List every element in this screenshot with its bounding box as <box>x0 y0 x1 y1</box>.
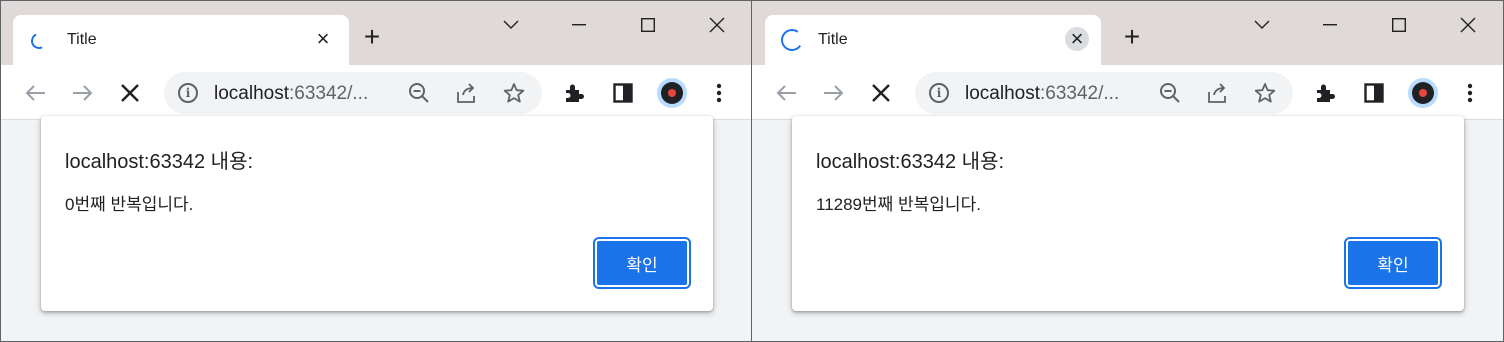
stop-icon[interactable] <box>115 78 145 108</box>
tab[interactable]: Title × <box>13 15 349 67</box>
dialog-message: 0번째 반복입니다. <box>65 195 194 214</box>
chevron-down-icon[interactable] <box>1247 11 1277 39</box>
alert-dialog: localhost:63342 내용: 11289번째 반복입니다. 확인 <box>792 116 1464 311</box>
dialog-title: localhost:63342 내용: <box>816 151 1005 173</box>
minimize-icon[interactable] <box>564 11 594 39</box>
url-text[interactable]: localhost:63342/... <box>965 83 1119 105</box>
plus-icon[interactable]: + <box>358 21 386 52</box>
tab-title: Title <box>67 31 97 48</box>
extensions-icon[interactable] <box>1310 78 1340 108</box>
minimize-icon[interactable] <box>1315 11 1345 39</box>
kebab-menu-icon[interactable] <box>1455 78 1485 108</box>
browser-window-left: Title × + i localhost:63342/... localhos… <box>0 0 752 342</box>
plus-icon[interactable]: + <box>1118 21 1146 52</box>
back-arrow-icon[interactable] <box>20 78 50 108</box>
info-icon[interactable]: i <box>178 83 198 103</box>
kebab-menu-icon[interactable] <box>704 78 734 108</box>
share-icon[interactable] <box>454 81 478 105</box>
extensions-icon[interactable] <box>559 78 589 108</box>
tab-spinner-icon <box>779 27 805 53</box>
side-panel-icon[interactable] <box>608 78 638 108</box>
ok-button[interactable]: 확인 <box>1344 237 1442 289</box>
avatar-icon[interactable] <box>1408 78 1438 108</box>
toolbar: i localhost:63342/... <box>1 65 751 120</box>
star-icon[interactable] <box>1253 81 1277 105</box>
tab-strip: Title × + <box>752 1 1503 67</box>
forward-arrow-icon[interactable] <box>68 78 98 108</box>
close-window-icon[interactable] <box>702 11 732 39</box>
address-bar[interactable]: i localhost:63342/... <box>164 72 542 114</box>
side-panel-icon[interactable] <box>1359 78 1389 108</box>
dialog-message: 11289번째 반복입니다. <box>816 195 981 214</box>
close-icon[interactable]: × <box>311 26 335 51</box>
stop-icon[interactable] <box>866 78 896 108</box>
address-bar[interactable]: i localhost:63342/... <box>915 72 1293 114</box>
ok-button[interactable]: 확인 <box>593 237 691 289</box>
tab-strip: Title × + <box>1 1 751 67</box>
avatar-icon[interactable] <box>657 78 687 108</box>
browser-window-right: Title × + i localhost:63342/... localhos… <box>751 0 1504 342</box>
alert-dialog: localhost:63342 내용: 0번째 반복입니다. 확인 <box>41 116 713 311</box>
dialog-title: localhost:63342 내용: <box>65 151 254 173</box>
tab-spinner-icon <box>28 30 50 52</box>
forward-arrow-icon[interactable] <box>819 78 849 108</box>
zoom-out-icon[interactable] <box>1158 81 1182 105</box>
back-arrow-icon[interactable] <box>771 78 801 108</box>
info-icon[interactable]: i <box>929 83 949 103</box>
chevron-down-icon[interactable] <box>496 11 526 39</box>
close-window-icon[interactable] <box>1453 11 1483 39</box>
toolbar: i localhost:63342/... <box>752 65 1503 120</box>
close-icon[interactable]: × <box>1065 26 1089 51</box>
tab[interactable]: Title × <box>765 15 1101 67</box>
url-text[interactable]: localhost:63342/... <box>214 83 368 105</box>
zoom-out-icon[interactable] <box>407 81 431 105</box>
maximize-icon[interactable] <box>633 11 663 39</box>
tab-title: Title <box>818 31 848 48</box>
maximize-icon[interactable] <box>1384 11 1414 39</box>
share-icon[interactable] <box>1205 81 1229 105</box>
star-icon[interactable] <box>502 81 526 105</box>
